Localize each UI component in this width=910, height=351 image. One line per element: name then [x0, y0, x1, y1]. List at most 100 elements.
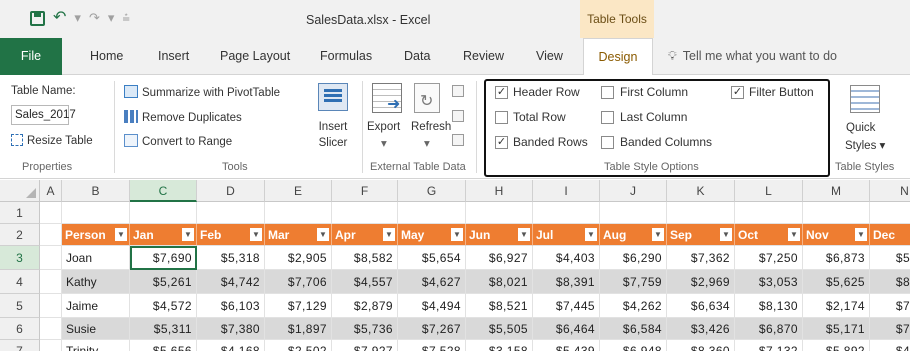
banded-rows-checkbox[interactable]: ✓ [495, 136, 508, 149]
filter-dropdown-icon[interactable]: ▼ [855, 228, 867, 241]
sales-value-cell[interactable]: $7,706 [265, 270, 332, 294]
cell[interactable] [398, 202, 466, 224]
sales-value-cell[interactable]: $8,360 [667, 340, 735, 351]
table-header-cell[interactable]: Feb ▼ [197, 224, 265, 246]
sales-value-cell[interactable]: $6,948 [600, 340, 667, 351]
tab-home[interactable]: Home [90, 38, 123, 75]
table-header-cell[interactable]: Oct ▼ [735, 224, 803, 246]
worksheet-grid[interactable]: A B C D E F G H I J K L M N 1 2 3 4 5 6 7 Person ▼ Jan ▼ Feb ▼ Mar ▼… [0, 180, 910, 351]
tab-review[interactable]: Review [463, 38, 504, 75]
refresh-button-label[interactable]: Refresh [411, 121, 451, 133]
column-header-c[interactable]: C [130, 180, 197, 202]
export-button-label[interactable]: Export [367, 121, 400, 133]
sales-value-cell[interactable]: $1,897 [265, 318, 332, 340]
column-header-f[interactable]: F [332, 180, 398, 202]
insert-slicer-label-2[interactable]: Slicer [316, 137, 350, 149]
filter-button-checkbox[interactable]: ✓ [731, 86, 744, 99]
sales-value-cell[interactable]: $5,736 [332, 318, 398, 340]
cell[interactable] [803, 202, 870, 224]
column-header-j[interactable]: J [600, 180, 667, 202]
sales-value-cell[interactable]: $8,582 [332, 246, 398, 270]
quick-styles-icon[interactable] [850, 85, 880, 113]
row-header-2[interactable]: 2 [0, 224, 40, 246]
sales-value-cell[interactable]: $8,521 [466, 294, 533, 318]
redo-dropdown-icon[interactable]: ▾ [108, 9, 115, 27]
sales-value-cell[interactable]: $7,132 [735, 340, 803, 351]
cell[interactable] [40, 246, 62, 270]
sales-value-cell[interactable]: $5,171 [803, 318, 870, 340]
summarize-pivot-button[interactable]: Summarize with PivotTable [124, 85, 280, 99]
sales-value-cell[interactable]: $7,129 [265, 294, 332, 318]
cell[interactable] [40, 202, 62, 224]
column-header-g[interactable]: G [398, 180, 466, 202]
sales-value-cell[interactable]: $5,656 [130, 340, 197, 351]
sales-value-cell[interactable]: $5,505 [466, 318, 533, 340]
sales-value-cell[interactable]: $6,870 [735, 318, 803, 340]
person-name-cell[interactable]: Kathy [62, 270, 130, 294]
row-header-5[interactable]: 5 [0, 294, 40, 318]
cell[interactable] [40, 270, 62, 294]
sales-value-cell[interactable]: $4,309 [870, 340, 910, 351]
sales-value-cell[interactable]: $4,262 [600, 294, 667, 318]
sales-value-cell[interactable]: $4,572 [130, 294, 197, 318]
cell[interactable] [265, 202, 332, 224]
customize-qat-icon[interactable]: ⩮ [122, 9, 130, 27]
sales-value-cell[interactable]: $7,380 [197, 318, 265, 340]
export-icon[interactable] [372, 83, 402, 114]
filter-dropdown-icon[interactable]: ▼ [788, 228, 800, 241]
table-header-cell[interactable]: Nov ▼ [803, 224, 870, 246]
cell[interactable] [40, 318, 62, 340]
quick-styles-label-2[interactable]: Styles ▾ [845, 138, 885, 152]
table-header-cell[interactable]: Jul ▼ [533, 224, 600, 246]
sales-value-cell[interactable]: $4,627 [398, 270, 466, 294]
sales-value-cell[interactable]: $4,403 [533, 246, 600, 270]
tab-formulas[interactable]: Formulas [320, 38, 372, 75]
sales-value-cell[interactable]: $7,445 [533, 294, 600, 318]
export-dropdown-icon[interactable]: ▾ [381, 136, 387, 150]
cell[interactable] [40, 224, 62, 246]
row-header-4[interactable]: 4 [0, 270, 40, 294]
table-header-cell[interactable]: Jun ▼ [466, 224, 533, 246]
sales-value-cell[interactable]: $8,130 [735, 294, 803, 318]
sales-value-cell[interactable]: $4,494 [398, 294, 466, 318]
sales-value-cell[interactable]: $4,742 [197, 270, 265, 294]
sales-value-cell[interactable]: $7,562 [870, 318, 910, 340]
resize-table-button[interactable]: Resize Table [11, 134, 93, 147]
sales-value-cell[interactable]: $6,927 [466, 246, 533, 270]
filter-dropdown-icon[interactable]: ▼ [115, 228, 127, 241]
cell[interactable] [600, 202, 667, 224]
save-icon[interactable] [30, 10, 45, 26]
row-header-7[interactable]: 7 [0, 340, 40, 351]
cell[interactable] [735, 202, 803, 224]
column-header-k[interactable]: K [667, 180, 735, 202]
column-header-n[interactable]: N [870, 180, 910, 202]
column-header-e[interactable]: E [265, 180, 332, 202]
header-row-checkbox[interactable]: ✓ [495, 86, 508, 99]
cell[interactable] [40, 340, 62, 351]
sales-value-cell[interactable]: $2,969 [667, 270, 735, 294]
person-name-cell[interactable]: Trinity [62, 340, 130, 351]
filter-dropdown-icon[interactable]: ▼ [585, 228, 597, 241]
select-all-corner[interactable] [0, 180, 40, 202]
undo-dropdown-icon[interactable]: ▾ [74, 9, 81, 27]
column-header-i[interactable]: I [533, 180, 600, 202]
sales-value-cell[interactable]: $5,454 [870, 246, 910, 270]
row-header-1[interactable]: 1 [0, 202, 40, 224]
row-header-6[interactable]: 6 [0, 318, 40, 340]
filter-dropdown-icon[interactable]: ▼ [451, 228, 463, 241]
cell[interactable] [332, 202, 398, 224]
sales-value-cell[interactable]: $2,879 [332, 294, 398, 318]
column-header-a[interactable]: A [40, 180, 62, 202]
sales-value-cell[interactable]: $7,525 [870, 294, 910, 318]
tell-me-search[interactable]: 💡︎ Tell me what you want to do [668, 38, 837, 75]
cell[interactable] [466, 202, 533, 224]
cell[interactable] [197, 202, 265, 224]
filter-dropdown-icon[interactable]: ▼ [518, 228, 530, 241]
sales-value-cell[interactable]: $7,267 [398, 318, 466, 340]
table-header-cell[interactable]: Mar ▼ [265, 224, 332, 246]
sales-value-cell[interactable]: $5,261 [130, 270, 197, 294]
column-header-l[interactable]: L [735, 180, 803, 202]
refresh-icon[interactable] [414, 83, 440, 113]
remove-duplicates-button[interactable]: Remove Duplicates [124, 110, 242, 124]
filter-dropdown-icon[interactable]: ▼ [720, 228, 732, 241]
